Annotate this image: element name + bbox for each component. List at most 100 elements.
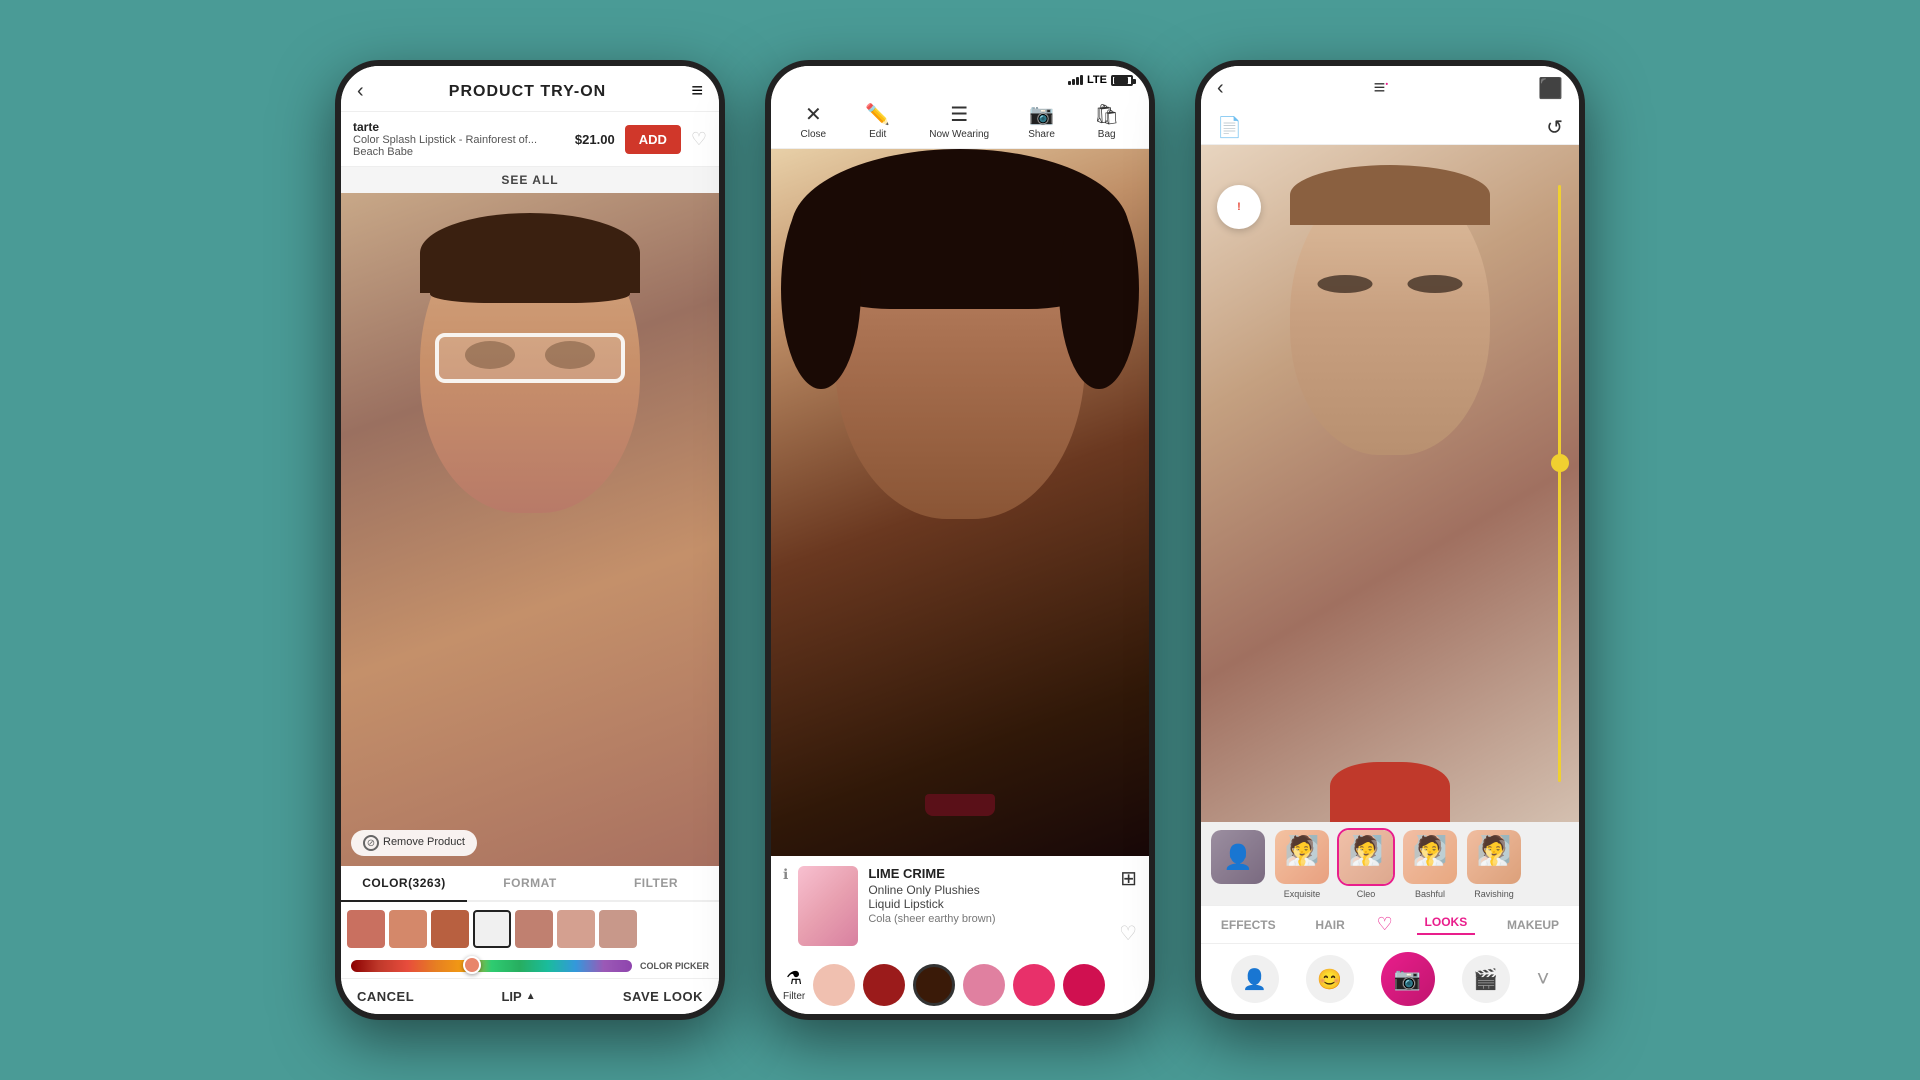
- tab-color[interactable]: COLOR(3263): [341, 866, 467, 902]
- chevron-down-button[interactable]: ˅: [1537, 966, 1550, 992]
- shade-3-selected[interactable]: [913, 964, 955, 1006]
- look-thumb-user: 👤: [1209, 828, 1267, 886]
- alert-icon: !: [1237, 201, 1241, 213]
- close-icon: ✕: [805, 102, 822, 127]
- tab-heart[interactable]: ♡: [1377, 914, 1393, 935]
- share-label: Share: [1028, 129, 1055, 140]
- gradient-thumb[interactable]: [463, 956, 481, 974]
- color-picker-label: COLOR PICKER: [640, 961, 709, 972]
- bag-icon: 🛍: [1094, 102, 1119, 127]
- tab-hair[interactable]: HAIR: [1307, 918, 1352, 932]
- product-shade: Cola (sheer earthy brown): [868, 913, 1109, 925]
- bag-item[interactable]: 🛍 Bag: [1094, 102, 1119, 140]
- battery-icon: [1111, 75, 1133, 86]
- look-ravishing[interactable]: 🧖 Ravishing: [1465, 828, 1523, 899]
- phone1-header: ‹ PRODUCT TRY-ON ≡: [341, 66, 719, 112]
- slider-track: [1558, 185, 1561, 782]
- product-name: Color Splash Lipstick - Rainforest of...: [353, 134, 565, 146]
- tab-looks[interactable]: LOOKS: [1417, 915, 1476, 935]
- look-label-exquisite: Exquisite: [1284, 889, 1321, 899]
- secondary-header: 📄 ↺: [1201, 111, 1579, 145]
- look-label-cleo: Cleo: [1357, 889, 1376, 899]
- shade-1[interactable]: [813, 964, 855, 1006]
- product-bar: tarte Color Splash Lipstick - Rainforest…: [341, 112, 719, 167]
- alert-badge[interactable]: !: [1217, 185, 1261, 229]
- tab-makeup[interactable]: MAKEUP: [1499, 918, 1567, 932]
- remove-label: Remove Product: [383, 836, 465, 849]
- see-all-bar[interactable]: SEE ALL: [341, 167, 719, 193]
- gradient-bar[interactable]: [351, 960, 632, 972]
- shade-2[interactable]: [863, 964, 905, 1006]
- swatch-6[interactable]: [557, 910, 595, 948]
- back-icon[interactable]: ‹: [357, 80, 364, 103]
- status-icons: LTE: [1068, 74, 1133, 86]
- menu-dot-icon[interactable]: ≡•: [1374, 77, 1388, 100]
- brand-name: LIME CRIME: [868, 866, 1109, 881]
- edit-icon: ✏️: [865, 102, 890, 127]
- shade-4[interactable]: [963, 964, 1005, 1006]
- tab-effects[interactable]: EFFECTS: [1213, 918, 1284, 932]
- close-item[interactable]: ✕ Close: [801, 102, 827, 140]
- swatch-7[interactable]: [599, 910, 637, 948]
- look-exquisite[interactable]: 🧖 Exquisite: [1273, 828, 1331, 899]
- back-icon-3[interactable]: ‹: [1217, 77, 1224, 100]
- favorite-icon[interactable]: ♡: [1119, 921, 1137, 946]
- refresh-icon[interactable]: ↺: [1546, 115, 1563, 140]
- looks-strip: 👤 🧖 Exquisite 🧖 Cleo 🧖 Bashful 🧖: [1201, 822, 1579, 905]
- filter-button[interactable]: ⚗ Filter: [783, 968, 805, 1002]
- face-button[interactable]: 😊: [1306, 955, 1354, 1003]
- menu-icon[interactable]: ≡: [691, 80, 703, 103]
- phone3-frame: ‹ ≡• ⬛ 📄 ↺ !: [1195, 60, 1585, 1020]
- look-bashful[interactable]: 🧖 Bashful: [1401, 828, 1459, 899]
- category-tabs: EFFECTS HAIR ♡ LOOKS MAKEUP: [1201, 905, 1579, 943]
- camera-area: [771, 149, 1149, 856]
- look-cleo[interactable]: 🧖 Cleo: [1337, 828, 1395, 899]
- phone1-frame: ‹ PRODUCT TRY-ON ≡ tarte Color Splash Li…: [335, 60, 725, 1020]
- product-line: Online Only Plushies: [868, 883, 1109, 897]
- camera-icon-3[interactable]: ⬛: [1538, 76, 1563, 101]
- color-swatches: [341, 902, 719, 956]
- edit-item[interactable]: ✏️ Edit: [865, 102, 890, 140]
- share-icon: 📷: [1029, 102, 1054, 127]
- chevron-up-icon: ▲: [526, 991, 536, 1002]
- tab-filter[interactable]: FILTER: [593, 866, 719, 900]
- swatch-3[interactable]: [431, 910, 469, 948]
- share-item[interactable]: 📷 Share: [1028, 102, 1055, 140]
- now-wearing-item[interactable]: ☰ Now Wearing: [929, 102, 989, 140]
- slider-thumb[interactable]: [1551, 454, 1569, 472]
- phone2-frame: LTE ✕ Close ✏️ Edit ☰ Now Wearing 📷 Shar…: [765, 60, 1155, 1020]
- swatch-2[interactable]: [389, 910, 427, 948]
- save-look-button[interactable]: SAVE LOOK: [623, 989, 703, 1004]
- cancel-button[interactable]: CANCEL: [357, 989, 414, 1004]
- bottom-actions: 👤 😊 📷 🎬 ˅: [1201, 943, 1579, 1014]
- look-thumb-bashful: 🧖: [1401, 828, 1459, 886]
- look-label-bashful: Bashful: [1415, 889, 1445, 899]
- swatch-1[interactable]: [347, 910, 385, 948]
- close-label: Close: [801, 129, 827, 140]
- look-label-ravishing: Ravishing: [1474, 889, 1514, 899]
- avatar-button[interactable]: 👤: [1231, 955, 1279, 1003]
- add-to-bag-icon[interactable]: ⊞: [1120, 866, 1137, 891]
- product-brand: tarte: [353, 120, 565, 134]
- look-user[interactable]: 👤: [1209, 828, 1267, 899]
- intensity-slider[interactable]: [1558, 185, 1561, 782]
- wishlist-icon[interactable]: ♡: [691, 129, 707, 150]
- look-thumb-ravishing: 🧖: [1465, 828, 1523, 886]
- bag-label: Bag: [1098, 129, 1116, 140]
- shade-6[interactable]: [1063, 964, 1105, 1006]
- bottom-bar: CANCEL LIP ▲ SAVE LOOK: [341, 978, 719, 1014]
- lip-selector[interactable]: LIP ▲: [501, 989, 535, 1004]
- camera-view-3: !: [1201, 145, 1579, 822]
- swatch-4-selected[interactable]: [473, 910, 511, 948]
- remove-product-button[interactable]: ⊘ Remove Product: [351, 830, 477, 856]
- document-icon[interactable]: 📄: [1217, 115, 1242, 140]
- video-button[interactable]: 🎬: [1462, 955, 1510, 1003]
- product-info: tarte Color Splash Lipstick - Rainforest…: [353, 120, 565, 158]
- tab-format[interactable]: FORMAT: [467, 866, 593, 900]
- camera-capture-button[interactable]: 📷: [1381, 952, 1435, 1006]
- add-button[interactable]: ADD: [625, 125, 681, 154]
- info-icon[interactable]: ℹ: [783, 866, 788, 883]
- swatch-5[interactable]: [515, 910, 553, 948]
- phone1-title: PRODUCT TRY-ON: [449, 83, 606, 101]
- shade-5[interactable]: [1013, 964, 1055, 1006]
